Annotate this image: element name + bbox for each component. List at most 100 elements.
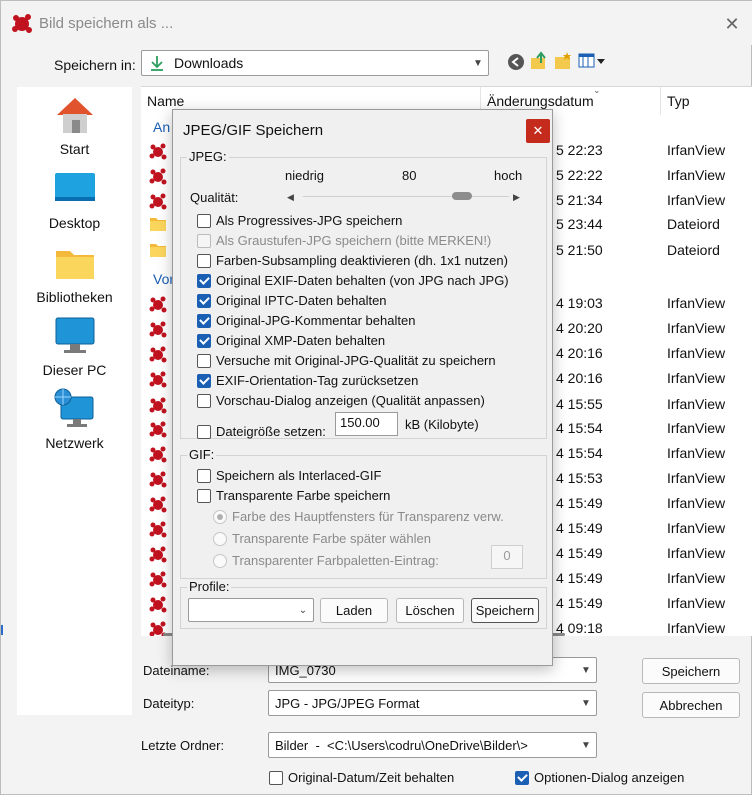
- row-date[interactable]: 4 20:16: [556, 345, 603, 361]
- place-libraries[interactable]: Bibliotheken: [17, 241, 132, 305]
- filetype-combo[interactable]: JPG - JPG/JPEG Format ▼: [268, 690, 597, 716]
- row-type[interactable]: IrfanView: [667, 495, 725, 511]
- jpeg-option-checkbox[interactable]: [197, 273, 211, 288]
- place-desktop[interactable]: Desktop: [17, 167, 132, 231]
- row-date[interactable]: 4 15:55: [556, 396, 603, 412]
- irfanview-file-icon[interactable]: [149, 167, 167, 185]
- back-icon[interactable]: [506, 52, 526, 72]
- jpeg-option-row[interactable]: Vorschau-Dialog anzeigen (Qualität anpas…: [197, 393, 485, 408]
- irfanview-file-icon[interactable]: [149, 396, 167, 414]
- save-button[interactable]: Speichern: [642, 658, 740, 684]
- keep-date-checkbox[interactable]: [269, 770, 283, 785]
- irfanview-file-icon[interactable]: [149, 370, 167, 388]
- load-profile-button[interactable]: Laden: [320, 598, 388, 623]
- new-folder-icon[interactable]: [553, 51, 573, 71]
- delete-profile-button[interactable]: Löschen: [396, 598, 464, 623]
- row-type[interactable]: IrfanView: [667, 167, 725, 183]
- row-type[interactable]: IrfanView: [667, 520, 725, 536]
- irfanview-file-icon[interactable]: [149, 295, 167, 313]
- row-type[interactable]: IrfanView: [667, 445, 725, 461]
- jpeg-option-row[interactable]: Farben-Subsampling deaktivieren (dh. 1x1…: [197, 253, 508, 268]
- radio-main-window-color[interactable]: [213, 509, 227, 524]
- save-profile-button[interactable]: Speichern: [471, 598, 539, 623]
- irfanview-file-icon[interactable]: [149, 520, 167, 538]
- jpeg-option-checkbox[interactable]: [197, 393, 211, 408]
- row-date[interactable]: 5 22:23: [556, 142, 603, 158]
- radio-row[interactable]: Transparente Farbe später wählen: [213, 531, 431, 546]
- show-options-checkbox-row[interactable]: Optionen-Dialog anzeigen: [515, 770, 684, 785]
- up-folder-icon[interactable]: [529, 51, 549, 71]
- show-options-checkbox[interactable]: [515, 770, 529, 785]
- quality-slider[interactable]: ◀ ▶: [287, 188, 527, 206]
- jpeg-option-row[interactable]: EXIF-Orientation-Tag zurücksetzen: [197, 373, 418, 388]
- row-type[interactable]: IrfanView: [667, 620, 725, 636]
- row-type[interactable]: IrfanView: [667, 192, 725, 208]
- jpeg-option-row[interactable]: Original-JPG-Kommentar behalten: [197, 313, 415, 328]
- place-start[interactable]: Start: [17, 93, 132, 157]
- keep-date-checkbox-row[interactable]: Original-Datum/Zeit behalten: [269, 770, 454, 785]
- group-header[interactable]: An: [153, 119, 170, 135]
- radio-choose-later[interactable]: [213, 531, 227, 546]
- row-type[interactable]: IrfanView: [667, 396, 725, 412]
- row-type[interactable]: IrfanView: [667, 595, 725, 611]
- jpeg-option-checkbox[interactable]: [197, 213, 211, 228]
- row-type[interactable]: IrfanView: [667, 295, 725, 311]
- cancel-button[interactable]: Abbrechen: [642, 692, 740, 718]
- irfanview-file-icon[interactable]: [149, 595, 167, 613]
- row-date[interactable]: 5 21:34: [556, 192, 603, 208]
- jpeg-option-checkbox[interactable]: [197, 333, 211, 348]
- gif-interlaced-checkbox[interactable]: [197, 468, 211, 483]
- jpeg-option-row[interactable]: Versuche mit Original-JPG-Qualität zu sp…: [197, 353, 496, 368]
- column-header-type[interactable]: Typ: [661, 87, 752, 115]
- radio-palette-entry[interactable]: [213, 553, 227, 568]
- row-date[interactable]: 4 15:49: [556, 545, 603, 561]
- irfanview-file-icon[interactable]: [149, 545, 167, 563]
- row-date[interactable]: 4 15:49: [556, 495, 603, 511]
- irfanview-file-icon[interactable]: [149, 192, 167, 210]
- folder-icon[interactable]: [149, 216, 166, 232]
- irfanview-file-icon[interactable]: [149, 570, 167, 588]
- row-date[interactable]: 4 15:49: [556, 570, 603, 586]
- row-date[interactable]: 4 15:49: [556, 595, 603, 611]
- row-type[interactable]: IrfanView: [667, 142, 725, 158]
- jpeg-option-checkbox[interactable]: [197, 253, 211, 268]
- recent-folders-combo[interactable]: Bilder - <C:\Users\codru\OneDrive\Bilder…: [268, 732, 597, 758]
- save-in-combo[interactable]: Downloads ▼: [141, 50, 489, 76]
- row-date[interactable]: 4 20:16: [556, 370, 603, 386]
- row-type[interactable]: Dateiord: [667, 216, 720, 232]
- radio-row[interactable]: Farbe des Hauptfensters für Transparenz …: [213, 509, 504, 524]
- gif-transparent-checkbox[interactable]: [197, 488, 211, 503]
- jpeg-option-checkbox[interactable]: [197, 313, 211, 328]
- jpeg-option-row[interactable]: Original EXIF-Daten behalten (von JPG na…: [197, 273, 509, 288]
- close-icon[interactable]: ✕: [719, 11, 745, 37]
- jpeg-option-row[interactable]: Original XMP-Daten behalten: [197, 333, 385, 348]
- jpeg-option-row[interactable]: Original IPTC-Daten behalten: [197, 293, 387, 308]
- row-date[interactable]: 4 15:53: [556, 470, 603, 486]
- irfanview-file-icon[interactable]: [149, 320, 167, 338]
- row-type[interactable]: IrfanView: [667, 470, 725, 486]
- row-date[interactable]: 5 23:44: [556, 216, 603, 232]
- row-type[interactable]: Dateiord: [667, 242, 720, 258]
- row-date[interactable]: 5 22:22: [556, 167, 603, 183]
- row-date[interactable]: 4 15:54: [556, 445, 603, 461]
- row-date[interactable]: 5 21:50: [556, 242, 603, 258]
- row-type[interactable]: IrfanView: [667, 320, 725, 336]
- slider-left-arrow-icon[interactable]: ◀: [287, 192, 294, 203]
- close-icon[interactable]: ✕: [526, 119, 550, 143]
- row-date[interactable]: 4 19:03: [556, 295, 603, 311]
- group-header[interactable]: Vor: [153, 271, 174, 287]
- row-type[interactable]: IrfanView: [667, 570, 725, 586]
- row-type[interactable]: IrfanView: [667, 420, 725, 436]
- jpeg-option-checkbox[interactable]: [197, 353, 211, 368]
- profile-combo[interactable]: ⌄: [188, 598, 314, 622]
- gif-interlaced-row[interactable]: Speichern als Interlaced-GIF: [197, 468, 381, 483]
- irfanview-file-icon[interactable]: [149, 345, 167, 363]
- palette-index-input[interactable]: 0: [491, 545, 523, 569]
- gif-transparent-row[interactable]: Transparente Farbe speichern: [197, 488, 390, 503]
- place-network[interactable]: Netzwerk: [17, 387, 132, 451]
- row-type[interactable]: IrfanView: [667, 545, 725, 561]
- radio-row[interactable]: Transparenter Farbpaletten-Eintrag:: [213, 553, 439, 568]
- irfanview-file-icon[interactable]: [149, 420, 167, 438]
- jpeg-option-checkbox[interactable]: [197, 373, 211, 388]
- filesize-checkbox[interactable]: [197, 424, 211, 439]
